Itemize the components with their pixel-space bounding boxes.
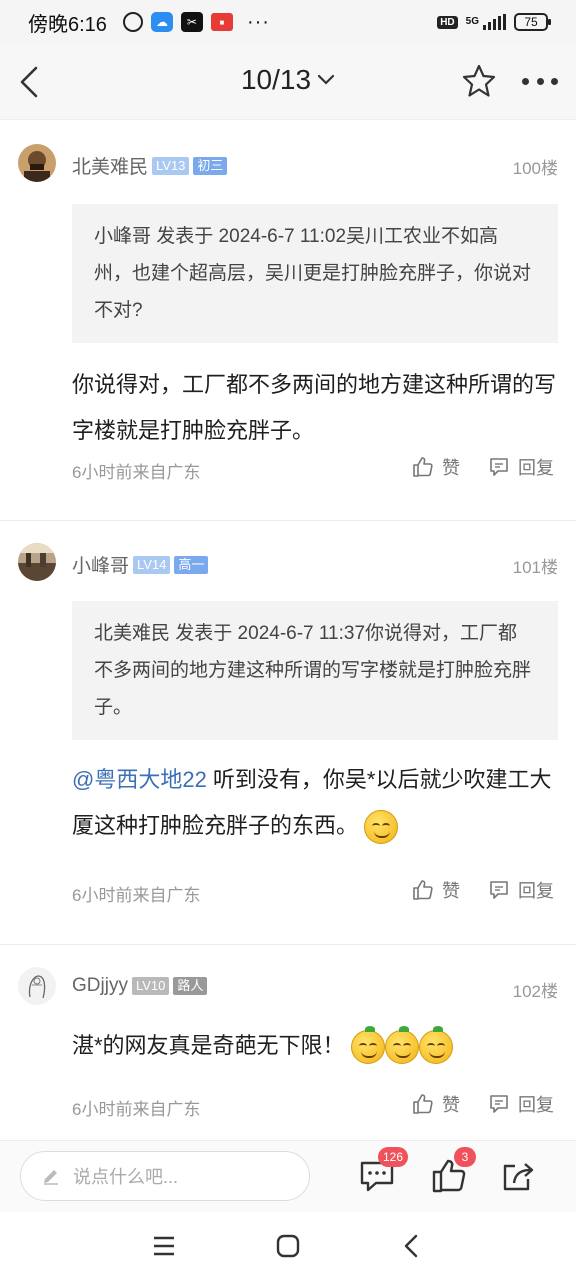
like-label: 赞: [442, 1095, 460, 1115]
back-arrow-icon: [20, 66, 38, 98]
hd-icon: HD: [437, 15, 458, 29]
username[interactable]: 小峰哥: [72, 551, 129, 578]
like-count-badge: 3: [454, 1147, 476, 1167]
favorite-button[interactable]: [462, 64, 496, 98]
comment-icon: [490, 1095, 508, 1113]
smug-emoji-icon: [364, 810, 399, 845]
signal-icon: [483, 14, 506, 30]
reply-label: 回复: [518, 458, 554, 478]
like-label: 赞: [442, 881, 460, 901]
comment-count-badge: 126: [378, 1147, 409, 1167]
like-button[interactable]: 赞: [412, 1091, 460, 1117]
comment-icon: [490, 881, 508, 899]
status-bar: 傍晚6:16 ☁ ✂ ■ ··· HD 5G 75: [0, 0, 576, 44]
avatar[interactable]: [18, 543, 56, 581]
system-back-button[interactable]: [398, 1232, 426, 1260]
reply-button[interactable]: 回复: [488, 1091, 554, 1117]
title-badge: 高一: [174, 555, 209, 574]
more-options-button[interactable]: [520, 64, 560, 98]
status-time: 傍晚6:16: [28, 13, 107, 36]
thumbs-up-icon: [413, 1094, 433, 1114]
reply-button[interactable]: 回复: [488, 877, 554, 903]
kiss-emoji-icon: [384, 1026, 419, 1065]
like-button[interactable]: 赞: [412, 877, 460, 903]
username[interactable]: 北美难民: [72, 152, 148, 179]
floor-number: 101楼: [512, 558, 558, 577]
reply-content: 湛*的网友真是奇葩无下限！: [72, 1023, 558, 1069]
menu-icon: [154, 1236, 174, 1256]
alarm-icon: [122, 12, 143, 32]
bottom-action-bar: 说点什么吧... 126 3: [0, 1140, 576, 1212]
like-button[interactable]: 赞: [412, 454, 460, 480]
level-badge: LV13: [152, 156, 190, 175]
comment-input[interactable]: 说点什么吧...: [20, 1151, 310, 1201]
share-icon: [503, 1163, 534, 1191]
news-app-icon: ■: [210, 13, 233, 31]
dot-icon: [551, 77, 558, 85]
kiss-emoji-icon: [418, 1026, 453, 1065]
battery-icon: 75: [514, 13, 551, 31]
like-label: 赞: [442, 458, 460, 478]
comment-icon: [490, 458, 508, 476]
pencil-icon: [44, 1170, 58, 1185]
avatar[interactable]: [18, 144, 56, 182]
comment-input-placeholder: 说点什么吧...: [73, 1167, 179, 1187]
like-post-button[interactable]: 3: [430, 1147, 476, 1195]
capcut-app-icon: ✂: [180, 12, 203, 32]
post-meta: 6小时前来自广东: [72, 463, 201, 482]
system-navigation-bar: [0, 1212, 576, 1280]
title-badge: 路人: [173, 977, 208, 995]
title-badge: 初三: [193, 156, 228, 175]
avatar[interactable]: [18, 967, 56, 1005]
thumbs-up-icon: [413, 457, 433, 477]
quoted-reply[interactable]: 小峰哥 发表于 2024-6-7 11:02吴川工农业不如高州，也建个超高层，吴…: [72, 204, 558, 343]
page-indicator: 10/13: [240, 64, 312, 95]
reply-label: 回复: [518, 1095, 554, 1115]
back-button[interactable]: [16, 64, 46, 100]
home-icon: [276, 1234, 300, 1258]
post-meta: 6小时前来自广东: [72, 886, 201, 905]
reply-label: 回复: [518, 881, 554, 901]
dot-icon: [522, 77, 529, 85]
battery-level: 75: [524, 15, 538, 29]
floor-number: 102楼: [512, 982, 558, 1001]
reply-button[interactable]: 回复: [488, 454, 554, 480]
post-meta: 6小时前来自广东: [72, 1100, 201, 1119]
quoted-reply[interactable]: 北美难民 发表于 2024-6-7 11:37你说得对，工厂都不多两间的地方建这…: [72, 601, 558, 740]
level-badge: LV14: [133, 555, 171, 574]
user-mention-link[interactable]: @粤西大地22: [72, 767, 207, 792]
kiss-emoji-icon: [350, 1026, 385, 1065]
cloud-app-icon: ☁: [150, 12, 173, 32]
star-icon: [462, 64, 496, 97]
home-button[interactable]: [274, 1232, 302, 1260]
dot-icon: [536, 77, 544, 85]
top-nav-bar: 10/13: [0, 44, 576, 120]
reply-content: @粤西大地22 听到没有，你吴*以后就少吹建工大厦这种打肿脸充胖子的东西。: [72, 757, 558, 849]
reply-post: 北美难民 LV13 初三 100楼 小峰哥 发表于 2024-6-7 11:02…: [0, 120, 576, 520]
menu-button[interactable]: [150, 1232, 178, 1260]
share-button[interactable]: [500, 1157, 538, 1195]
page-selector[interactable]: 10/13: [241, 64, 335, 96]
level-badge: LV10: [131, 977, 170, 995]
floor-number: 100楼: [512, 159, 558, 178]
thumbs-up-icon: [413, 880, 433, 900]
reply-content: 你说得对，工厂都不多两间的地方建这种所谓的写字楼就是打肿脸充胖子。: [72, 372, 557, 443]
comments-button[interactable]: 126: [358, 1147, 409, 1195]
network-type: 5G: [465, 16, 479, 27]
reply-post: 小峰哥 LV14 高一 101楼 北美难民 发表于 2024-6-7 11:37…: [0, 521, 576, 944]
more-notifications-icon: ···: [246, 10, 270, 33]
reply-text: 湛*的网友真是奇葩无下限！: [72, 1033, 345, 1058]
chevron-down-icon: [317, 74, 335, 85]
back-arrow-icon: [404, 1234, 418, 1258]
reply-post: GDjjyy LV10 路人 102楼 湛*的网友真是奇葩无下限！ 6小时前来自…: [0, 945, 576, 1140]
username[interactable]: GDjjyy: [72, 975, 128, 997]
